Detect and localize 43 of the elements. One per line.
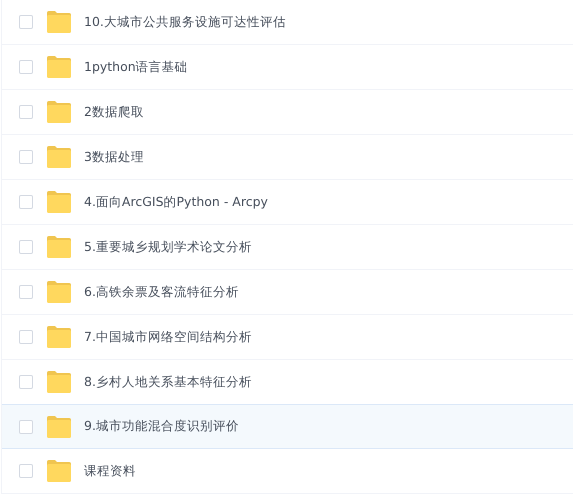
folder-icon: [46, 146, 72, 168]
file-row[interactable]: 6.高铁余票及客流特征分析: [2, 270, 573, 315]
checkbox[interactable]: [19, 464, 33, 478]
folder-icon: [46, 11, 72, 33]
file-row[interactable]: 7.中国城市网络空间结构分析: [2, 315, 573, 360]
folder-name[interactable]: 3数据处理: [84, 148, 144, 166]
file-row[interactable]: 9.城市功能混合度识别评价: [2, 404, 573, 449]
file-row[interactable]: 5.重要城乡规划学术论文分析: [2, 225, 573, 270]
checkbox[interactable]: [19, 420, 33, 434]
file-row[interactable]: 课程资料: [2, 449, 573, 494]
checkbox[interactable]: [19, 330, 33, 344]
folder-name[interactable]: 1python语言基础: [84, 58, 188, 76]
folder-icon: [46, 236, 72, 258]
folder-name[interactable]: 6.高铁余票及客流特征分析: [84, 282, 239, 302]
folder-icon: [46, 416, 72, 438]
file-row[interactable]: 3数据处理: [2, 135, 573, 180]
folder-name[interactable]: 2数据爬取: [84, 102, 144, 122]
folder-name[interactable]: 8.乡村人地关系基本特征分析: [84, 372, 252, 392]
file-row[interactable]: 4.面向ArcGIS的Python - Arcpy: [2, 180, 573, 225]
folder-icon: [46, 326, 72, 348]
folder-icon: [46, 56, 72, 78]
checkbox[interactable]: [19, 195, 33, 209]
file-row[interactable]: 10.大城市公共服务设施可达性评估: [2, 0, 573, 45]
file-row[interactable]: 2数据爬取: [2, 90, 573, 135]
folder-name[interactable]: 10.大城市公共服务设施可达性评估: [84, 12, 286, 32]
folder-name[interactable]: 4.面向ArcGIS的Python - Arcpy: [84, 192, 268, 212]
folder-name[interactable]: 7.中国城市网络空间结构分析: [84, 328, 252, 346]
folder-icon: [46, 191, 72, 213]
folder-icon: [46, 101, 72, 123]
folder-icon: [46, 281, 72, 303]
folder-name[interactable]: 课程资料: [84, 462, 136, 480]
checkbox[interactable]: [19, 375, 33, 389]
checkbox[interactable]: [19, 105, 33, 119]
checkbox[interactable]: [19, 15, 33, 29]
folder-name[interactable]: 9.城市功能混合度识别评价: [84, 417, 239, 436]
folder-icon: [46, 371, 72, 393]
checkbox[interactable]: [19, 150, 33, 164]
folder-name[interactable]: 5.重要城乡规划学术论文分析: [84, 238, 252, 256]
checkbox[interactable]: [19, 60, 33, 74]
file-row[interactable]: 1python语言基础: [2, 45, 573, 90]
folder-icon: [46, 460, 72, 482]
checkbox[interactable]: [19, 240, 33, 254]
checkbox[interactable]: [19, 285, 33, 299]
